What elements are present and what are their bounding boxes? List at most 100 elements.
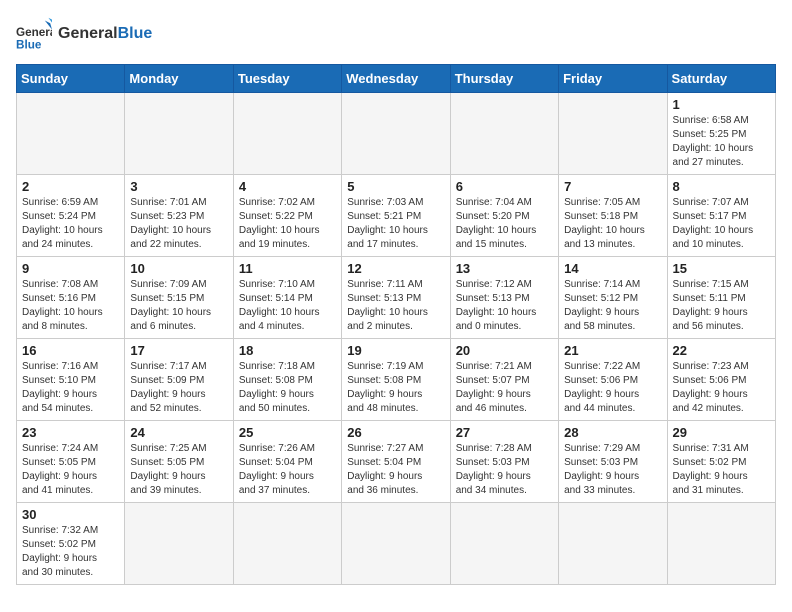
calendar-cell: 26Sunrise: 7:27 AM Sunset: 5:04 PM Dayli… (342, 421, 450, 503)
week-row-4: 23 Sunrise: 7:24 AM Sunset: 5:05 PM Dayli… (17, 421, 776, 503)
weekday-header-tuesday: Tuesday (233, 65, 341, 93)
calendar-cell: 24 Sunrise: 7:25 AM Sunset: 5:05 PM Dayli… (125, 421, 233, 503)
day-number: 30 (22, 507, 119, 522)
svg-text:General: General (16, 26, 52, 39)
day-number: 11 (239, 261, 336, 276)
day-info: Sunrise: 7:04 AM Sunset: 5:20 PM Dayligh… (456, 196, 553, 252)
day-number: 7 (564, 179, 661, 194)
day-number: 15 (673, 261, 770, 276)
day-info: Sunrise: 7:15 AM Sunset: 5:11 PM Dayligh… (673, 278, 770, 334)
weekday-header-wednesday: Wednesday (342, 65, 450, 93)
calendar-cell: 27Sunrise: 7:28 AM Sunset: 5:03 PM Dayli… (450, 421, 558, 503)
day-info: Sunrise: 7:10 AM Sunset: 5:14 PM Dayligh… (239, 278, 336, 334)
day-info: Sunrise: 7:17 AM Sunset: 5:09 PM Dayligh… (130, 360, 227, 416)
weekday-header-row: SundayMondayTuesdayWednesdayThursdayFrid… (17, 65, 776, 93)
calendar-cell: 3Sunrise: 7:01 AM Sunset: 5:23 PM Daylig… (125, 175, 233, 257)
calendar-cell (125, 93, 233, 175)
day-info: Sunrise: 7:07 AM Sunset: 5:17 PM Dayligh… (673, 196, 770, 252)
day-number: 22 (673, 343, 770, 358)
day-number: 24 (130, 425, 227, 440)
day-info: Sunrise: 7:21 AM Sunset: 5:07 PM Dayligh… (456, 360, 553, 416)
calendar-cell: 19Sunrise: 7:19 AM Sunset: 5:08 PM Dayli… (342, 339, 450, 421)
calendar-cell: 8Sunrise: 7:07 AM Sunset: 5:17 PM Daylig… (667, 175, 775, 257)
day-info: Sunrise: 6:58 AM Sunset: 5:25 PM Dayligh… (673, 114, 770, 170)
weekday-header-monday: Monday (125, 65, 233, 93)
calendar-cell: 5Sunrise: 7:03 AM Sunset: 5:21 PM Daylig… (342, 175, 450, 257)
calendar-cell: 22 Sunrise: 7:23 AM Sunset: 5:06 PM Dayli… (667, 339, 775, 421)
day-number: 19 (347, 343, 444, 358)
day-info: Sunrise: 7:02 AM Sunset: 5:22 PM Dayligh… (239, 196, 336, 252)
calendar-cell: 17 Sunrise: 7:17 AM Sunset: 5:09 PM Dayli… (125, 339, 233, 421)
day-info: Sunrise: 7:23 AM Sunset: 5:06 PM Dayligh… (673, 360, 770, 416)
day-info: Sunrise: 7:18 AM Sunset: 5:08 PM Dayligh… (239, 360, 336, 416)
calendar-cell (342, 503, 450, 585)
day-info: Sunrise: 7:11 AM Sunset: 5:13 PM Dayligh… (347, 278, 444, 334)
day-number: 29 (673, 425, 770, 440)
calendar-cell (342, 93, 450, 175)
day-number: 23 (22, 425, 119, 440)
day-number: 16 (22, 343, 119, 358)
day-number: 14 (564, 261, 661, 276)
day-number: 18 (239, 343, 336, 358)
day-info: Sunrise: 6:59 AM Sunset: 5:24 PM Dayligh… (22, 196, 119, 252)
logo-icon: General Blue (16, 16, 52, 52)
day-info: Sunrise: 7:08 AM Sunset: 5:16 PM Dayligh… (22, 278, 119, 334)
calendar-cell (233, 93, 341, 175)
day-info: Sunrise: 7:12 AM Sunset: 5:13 PM Dayligh… (456, 278, 553, 334)
calendar-cell (559, 93, 667, 175)
logo: General Blue GeneralBlue (16, 16, 152, 52)
calendar-cell: 15 Sunrise: 7:15 AM Sunset: 5:11 PM Dayli… (667, 257, 775, 339)
calendar-cell: 14Sunrise: 7:14 AM Sunset: 5:12 PM Dayli… (559, 257, 667, 339)
day-info: Sunrise: 7:26 AM Sunset: 5:04 PM Dayligh… (239, 442, 336, 498)
calendar-cell: 16 Sunrise: 7:16 AM Sunset: 5:10 PM Dayli… (17, 339, 125, 421)
day-info: Sunrise: 7:09 AM Sunset: 5:15 PM Dayligh… (130, 278, 227, 334)
weekday-header-thursday: Thursday (450, 65, 558, 93)
week-row-3: 16 Sunrise: 7:16 AM Sunset: 5:10 PM Dayli… (17, 339, 776, 421)
day-number: 2 (22, 179, 119, 194)
day-number: 26 (347, 425, 444, 440)
day-info: Sunrise: 7:32 AM Sunset: 5:02 PM Dayligh… (22, 524, 119, 580)
calendar-cell: 18 Sunrise: 7:18 AM Sunset: 5:08 PM Dayli… (233, 339, 341, 421)
calendar-cell: 30 Sunrise: 7:32 AM Sunset: 5:02 PM Dayli… (17, 503, 125, 585)
calendar-cell (17, 93, 125, 175)
day-number: 1 (673, 97, 770, 112)
calendar-cell (450, 503, 558, 585)
day-number: 9 (22, 261, 119, 276)
week-row-2: 9 Sunrise: 7:08 AM Sunset: 5:16 PM Daylig… (17, 257, 776, 339)
day-info: Sunrise: 7:29 AM Sunset: 5:03 PM Dayligh… (564, 442, 661, 498)
calendar: SundayMondayTuesdayWednesdayThursdayFrid… (16, 64, 776, 585)
day-info: Sunrise: 7:25 AM Sunset: 5:05 PM Dayligh… (130, 442, 227, 498)
day-number: 17 (130, 343, 227, 358)
calendar-cell: 29Sunrise: 7:31 AM Sunset: 5:02 PM Dayli… (667, 421, 775, 503)
day-number: 6 (456, 179, 553, 194)
day-info: Sunrise: 7:16 AM Sunset: 5:10 PM Dayligh… (22, 360, 119, 416)
weekday-header-saturday: Saturday (667, 65, 775, 93)
page-header: General Blue GeneralBlue (16, 16, 776, 52)
week-row-0: 1 Sunrise: 6:58 AM Sunset: 5:25 PM Daylig… (17, 93, 776, 175)
day-number: 3 (130, 179, 227, 194)
calendar-cell: 13 Sunrise: 7:12 AM Sunset: 5:13 PM Dayli… (450, 257, 558, 339)
day-number: 13 (456, 261, 553, 276)
weekday-header-sunday: Sunday (17, 65, 125, 93)
calendar-cell: 21Sunrise: 7:22 AM Sunset: 5:06 PM Dayli… (559, 339, 667, 421)
calendar-cell: 1 Sunrise: 6:58 AM Sunset: 5:25 PM Daylig… (667, 93, 775, 175)
day-info: Sunrise: 7:05 AM Sunset: 5:18 PM Dayligh… (564, 196, 661, 252)
logo-text: GeneralBlue (58, 25, 152, 43)
calendar-cell: 9 Sunrise: 7:08 AM Sunset: 5:16 PM Daylig… (17, 257, 125, 339)
calendar-cell (559, 503, 667, 585)
week-row-5: 30 Sunrise: 7:32 AM Sunset: 5:02 PM Dayli… (17, 503, 776, 585)
day-number: 25 (239, 425, 336, 440)
calendar-cell (125, 503, 233, 585)
calendar-cell: 11 Sunrise: 7:10 AM Sunset: 5:14 PM Dayli… (233, 257, 341, 339)
svg-text:Blue: Blue (16, 38, 42, 51)
day-info: Sunrise: 7:24 AM Sunset: 5:05 PM Dayligh… (22, 442, 119, 498)
day-number: 10 (130, 261, 227, 276)
calendar-cell: 12Sunrise: 7:11 AM Sunset: 5:13 PM Dayli… (342, 257, 450, 339)
day-number: 20 (456, 343, 553, 358)
day-number: 21 (564, 343, 661, 358)
calendar-cell: 25 Sunrise: 7:26 AM Sunset: 5:04 PM Dayli… (233, 421, 341, 503)
calendar-cell: 23 Sunrise: 7:24 AM Sunset: 5:05 PM Dayli… (17, 421, 125, 503)
day-number: 4 (239, 179, 336, 194)
day-number: 28 (564, 425, 661, 440)
calendar-cell: 20 Sunrise: 7:21 AM Sunset: 5:07 PM Dayli… (450, 339, 558, 421)
